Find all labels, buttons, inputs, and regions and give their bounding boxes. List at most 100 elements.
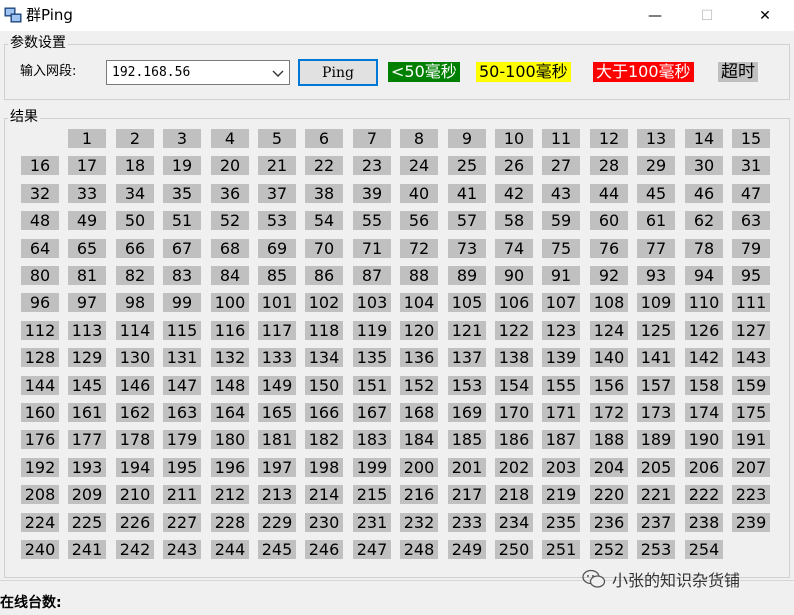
- ip-cell: 46: [685, 184, 723, 203]
- legend-medium: 50-100毫秒: [476, 62, 571, 82]
- ip-cell: 248: [400, 540, 438, 559]
- ip-cell: 79: [732, 239, 770, 258]
- ip-cell: 113: [68, 321, 106, 340]
- chevron-down-icon[interactable]: [271, 66, 285, 80]
- ip-cell: 154: [495, 376, 533, 395]
- ip-cell: 109: [637, 293, 675, 312]
- ip-cell: 204: [590, 458, 628, 477]
- ping-button[interactable]: Ping: [298, 59, 378, 86]
- ip-cell: 250: [495, 540, 533, 559]
- ip-cell: 86: [305, 266, 343, 285]
- ip-cell: 214: [305, 485, 343, 504]
- ip-cell: 207: [732, 458, 770, 477]
- ip-cell: 134: [305, 348, 343, 367]
- ip-cell: 202: [495, 458, 533, 477]
- ip-cell: 226: [116, 513, 154, 532]
- ip-cell: 91: [542, 266, 580, 285]
- ip-cell: 108: [590, 293, 628, 312]
- ip-cell: 200: [400, 458, 438, 477]
- ip-cell: 35: [163, 184, 201, 203]
- ip-cell: 205: [637, 458, 675, 477]
- ip-cell: 228: [211, 513, 249, 532]
- ip-cell: 227: [163, 513, 201, 532]
- ip-cell: 52: [211, 211, 249, 230]
- window-title: 群Ping: [26, 6, 73, 24]
- ip-cell: 9: [448, 129, 486, 148]
- results-group-label: 结果: [8, 109, 40, 125]
- ip-cell: 56: [400, 211, 438, 230]
- ip-cell: 220: [590, 485, 628, 504]
- ip-cell: 20: [211, 156, 249, 175]
- minimize-button[interactable]: —: [632, 0, 678, 31]
- ip-cell: 6: [305, 129, 343, 148]
- ip-cell: 217: [448, 485, 486, 504]
- ip-cell: 254: [685, 540, 723, 559]
- ip-cell: 179: [163, 430, 201, 449]
- ip-cell: 5: [258, 129, 296, 148]
- ip-cell: 90: [495, 266, 533, 285]
- ip-cell: 252: [590, 540, 628, 559]
- ip-cell: 124: [590, 321, 628, 340]
- ip-cell: 59: [542, 211, 580, 230]
- ip-cell: 215: [353, 485, 391, 504]
- ip-cell: 168: [400, 403, 438, 422]
- close-button[interactable]: ✕: [742, 0, 788, 31]
- ip-cell: 128: [21, 348, 59, 367]
- subnet-combobox[interactable]: 192.168.56: [106, 60, 290, 85]
- ip-cell: 120: [400, 321, 438, 340]
- ip-cell: 89: [448, 266, 486, 285]
- subnet-value: 192.168.56: [112, 65, 191, 80]
- ip-cell: 50: [116, 211, 154, 230]
- legend-slow: 大于100毫秒: [593, 62, 694, 82]
- ip-cell: 18: [116, 156, 154, 175]
- ip-cell: 165: [258, 403, 296, 422]
- ip-cell: 30: [685, 156, 723, 175]
- ip-cell: 211: [163, 485, 201, 504]
- ip-cell: 182: [305, 430, 343, 449]
- ip-cell: 156: [590, 376, 628, 395]
- ip-cell: 206: [685, 458, 723, 477]
- ip-cell: 251: [542, 540, 580, 559]
- ip-cell: 34: [116, 184, 154, 203]
- ip-cell: 27: [542, 156, 580, 175]
- ip-cell: 63: [732, 211, 770, 230]
- ip-cell: 190: [685, 430, 723, 449]
- ip-cell: 123: [542, 321, 580, 340]
- maximize-button[interactable]: ☐: [684, 0, 730, 31]
- ip-cell: 43: [542, 184, 580, 203]
- ip-cell: 140: [590, 348, 628, 367]
- ip-cell: 138: [495, 348, 533, 367]
- ip-cell: 160: [21, 403, 59, 422]
- ip-cell: 212: [211, 485, 249, 504]
- wechat-icon: [582, 569, 606, 588]
- watermark-text: 小张的知识杂货铺: [612, 571, 741, 590]
- ip-cell: 31: [732, 156, 770, 175]
- ip-cell: 112: [21, 321, 59, 340]
- ip-cell: 13: [637, 129, 675, 148]
- ip-cell: 96: [21, 293, 59, 312]
- ip-cell: 199: [353, 458, 391, 477]
- ip-cell: 11: [542, 129, 580, 148]
- subnet-field-label: 输入网段:: [20, 64, 77, 79]
- ip-cell: 198: [305, 458, 343, 477]
- ip-cell: 244: [211, 540, 249, 559]
- ip-cell: 130: [116, 348, 154, 367]
- ip-cell: 249: [448, 540, 486, 559]
- ip-cell: 88: [400, 266, 438, 285]
- ip-cell: 42: [495, 184, 533, 203]
- ip-cell: 28: [590, 156, 628, 175]
- ip-cell: 97: [68, 293, 106, 312]
- ip-cell: 192: [21, 458, 59, 477]
- ip-cell: 66: [116, 239, 154, 258]
- ip-cell: 236: [590, 513, 628, 532]
- ip-cell: 67: [163, 239, 201, 258]
- ip-cell: 117: [258, 321, 296, 340]
- ip-cell: 98: [116, 293, 154, 312]
- ip-cell: 185: [448, 430, 486, 449]
- ip-cell: 148: [211, 376, 249, 395]
- ip-cell: 150: [305, 376, 343, 395]
- ip-cell: 127: [732, 321, 770, 340]
- ip-cell: 241: [68, 540, 106, 559]
- ip-cell: 21: [258, 156, 296, 175]
- ip-cell: 116: [211, 321, 249, 340]
